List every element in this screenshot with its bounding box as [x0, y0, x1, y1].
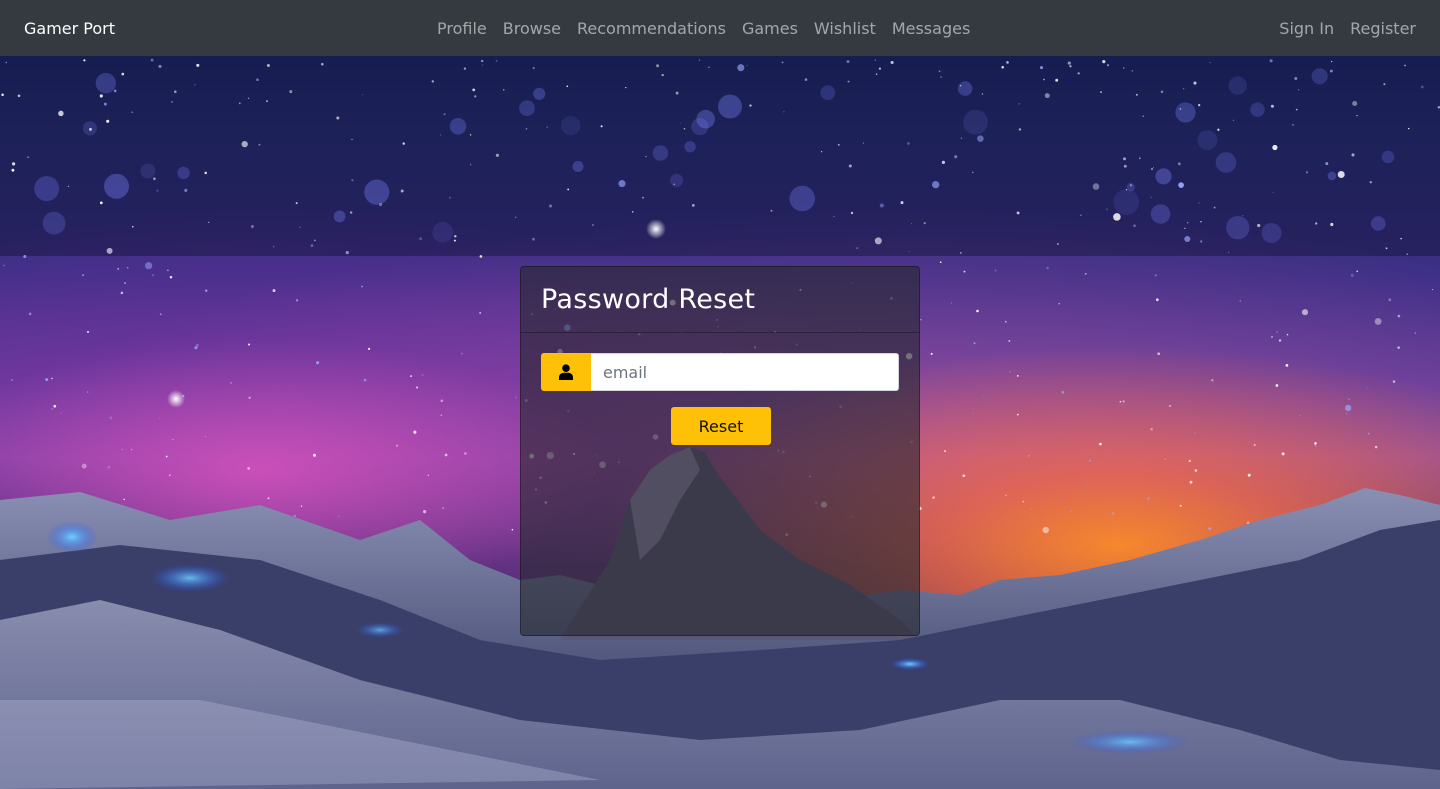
nav-link-recommendations[interactable]: Recommendations: [577, 19, 726, 38]
user-icon: [541, 353, 591, 391]
reset-button[interactable]: Reset: [671, 407, 771, 445]
top-navbar: Gamer Port Profile Browse Recommendation…: [0, 0, 1440, 56]
page-title: Password Reset: [541, 284, 756, 315]
email-field[interactable]: [591, 353, 899, 391]
nav-link-browse[interactable]: Browse: [503, 19, 561, 38]
nav-link-messages[interactable]: Messages: [892, 19, 970, 38]
card-header: Password Reset: [521, 267, 919, 333]
auth-nav: Sign In Register: [1279, 0, 1416, 56]
brand-link[interactable]: Gamer Port: [24, 19, 204, 38]
nav-link-profile[interactable]: Profile: [437, 19, 487, 38]
register-link[interactable]: Register: [1350, 19, 1416, 38]
sign-in-link[interactable]: Sign In: [1279, 19, 1334, 38]
nav-link-wishlist[interactable]: Wishlist: [814, 19, 876, 38]
password-reset-card: Password Reset Reset: [520, 266, 920, 636]
email-input-group: [541, 353, 899, 391]
main-nav: Profile Browse Recommendations Games Wis…: [437, 0, 970, 56]
nav-link-games[interactable]: Games: [742, 19, 798, 38]
